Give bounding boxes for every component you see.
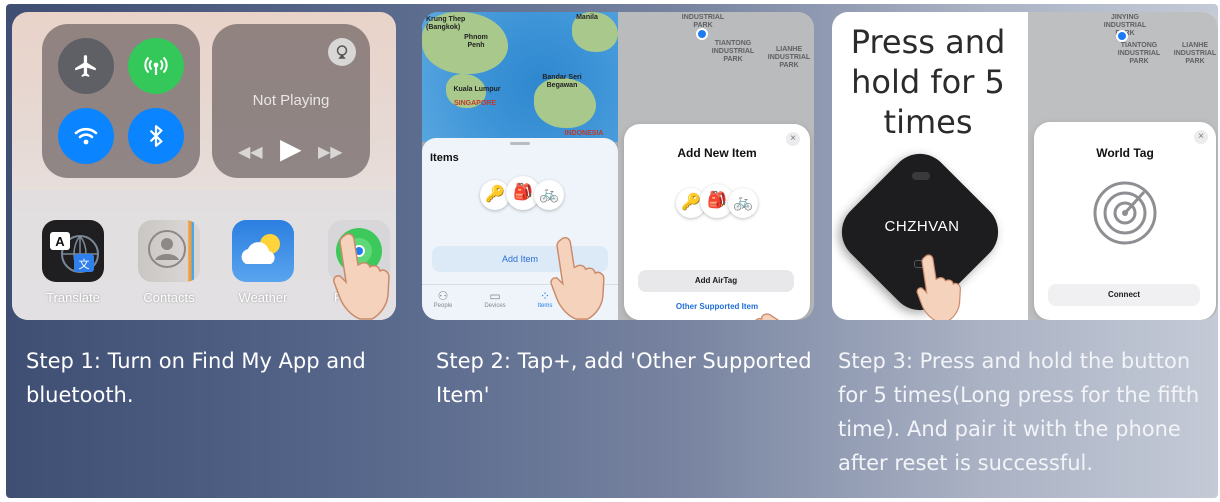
app-label-contacts: Contacts: [143, 290, 195, 305]
bluetooth-icon: [149, 125, 163, 147]
sheet-grabber[interactable]: [510, 142, 530, 145]
world-tag-title: World Tag: [1096, 146, 1154, 160]
close-icon[interactable]: ×: [786, 132, 800, 146]
other-supported-item-link[interactable]: Other Supported Item: [624, 302, 810, 311]
map-label: LIANHE INDUSTRIAL PARK: [767, 46, 811, 69]
cellular-antenna-icon: [144, 56, 168, 75]
map-label: TIANTONG INDUSTRIAL PARK: [711, 40, 755, 63]
add-airtag-button[interactable]: Add AirTag: [638, 270, 794, 292]
app-label-translate: Translate: [46, 290, 100, 305]
weather-icon[interactable]: [232, 220, 294, 282]
map-label: Phnom Penh: [464, 34, 488, 49]
map-label: INDONESIA: [564, 130, 604, 137]
map-label: Krung Thep (Bangkok): [426, 16, 466, 31]
tab-people[interactable]: ⚇ People: [428, 289, 458, 309]
airplane-icon: [75, 55, 96, 77]
now-playing-label: Not Playing: [252, 92, 330, 109]
connectivity-module: [42, 24, 200, 178]
rewind-icon[interactable]: ◀◀: [238, 142, 263, 162]
cellular-toggle[interactable]: [128, 38, 184, 94]
step2-caption: Step 2: Tap+, add 'Other Supported Item': [436, 349, 812, 407]
tab-people-label: People: [433, 303, 453, 309]
close-icon[interactable]: ×: [1194, 130, 1208, 144]
pointing-hand-icon: [916, 254, 961, 320]
map-sea: Krung Thep (Bangkok) Phnom Penh Manila K…: [422, 12, 618, 142]
contacts-icon[interactable]: [138, 220, 200, 282]
step1-screenshot: Not Playing ◀◀ ▶ ▶▶ A 文 Translate Contac…: [12, 12, 396, 320]
radar-icon: [1093, 181, 1157, 245]
app-label-weather: Weather: [238, 290, 288, 305]
wifi-icon: [74, 127, 98, 145]
tab-devices-label: Devices: [484, 303, 506, 309]
svg-text:文: 文: [79, 257, 90, 271]
pointing-hand-icon: [550, 236, 605, 320]
add-new-item-card: × Add New Item 🔑 🎒 🚲 Add AirTag Other Su…: [624, 124, 810, 320]
location-dot: [696, 28, 708, 40]
map-label: Bandar Seri Begawan: [542, 74, 582, 89]
press-hold-instruction: Press and hold for 5 times: [850, 23, 1006, 141]
bicycle-icon: 🚲: [728, 188, 758, 218]
tag-keyring-hole: [912, 172, 930, 180]
tab-devices[interactable]: ▭ Devices: [480, 289, 510, 309]
step1-caption: Step 1: Turn on Find My App and bluetoot…: [26, 349, 366, 407]
airplane-mode-toggle[interactable]: [58, 38, 114, 94]
connect-button[interactable]: Connect: [1048, 284, 1200, 306]
world-tag-card: × World Tag Connect: [1034, 122, 1216, 320]
map-label: Kuala Lumpur: [453, 86, 501, 93]
translate-icon[interactable]: A 文: [42, 220, 104, 282]
instruction-banner: Not Playing ◀◀ ▶ ▶▶ A 文 Translate Contac…: [6, 4, 1218, 498]
bicycle-icon: 🚲: [534, 180, 564, 210]
fast-forward-icon[interactable]: ▶▶: [318, 142, 343, 162]
now-playing-module: Not Playing ◀◀ ▶ ▶▶: [212, 24, 370, 178]
map-label: LIANHE INDUSTRIAL PARK: [1173, 42, 1217, 65]
svg-text:A: A: [55, 234, 65, 249]
map-label: Manila: [576, 14, 598, 21]
step3-caption: Step 3: Press and hold the button for 5 …: [838, 349, 1200, 475]
step2-screenshot: Krung Thep (Bangkok) Phnom Penh Manila K…: [422, 12, 814, 320]
step3-screenshot: Press and hold for 5 times CHZHVAN JINYI…: [832, 12, 1218, 320]
location-dot: [1116, 30, 1128, 42]
map-label: SINGAPORE: [454, 100, 497, 107]
items-title: Items: [430, 152, 459, 164]
airplay-icon[interactable]: [328, 38, 356, 66]
tag-brand-label: CHZHVAN: [884, 218, 960, 235]
bluetooth-toggle[interactable]: [128, 108, 184, 164]
play-icon[interactable]: ▶: [280, 132, 302, 165]
add-new-item-title: Add New Item: [677, 146, 757, 160]
wifi-toggle[interactable]: [58, 108, 114, 164]
map-label: TIANTONG INDUSTRIAL PARK: [1117, 42, 1161, 65]
pointing-hand-icon: [333, 233, 390, 320]
